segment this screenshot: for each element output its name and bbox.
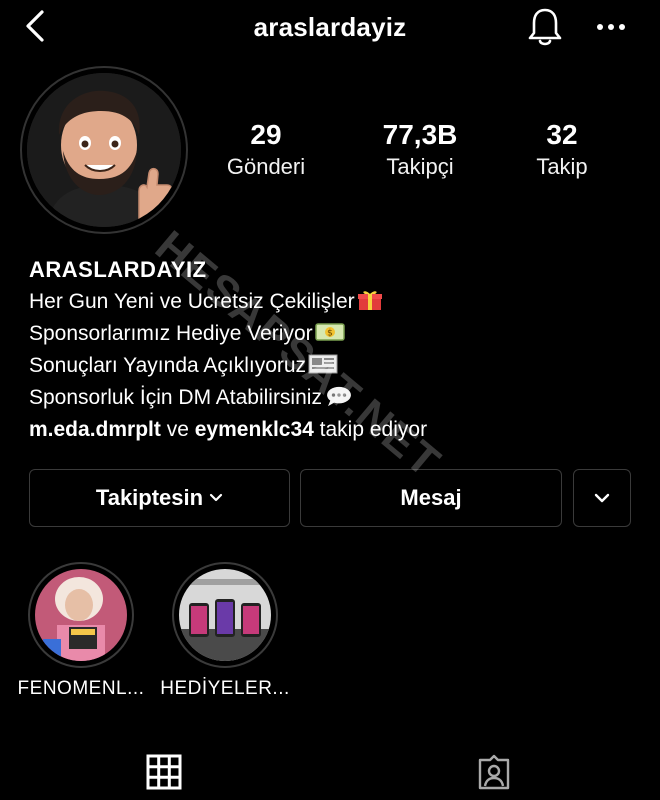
memoji-avatar[interactable]: [27, 73, 181, 227]
bio-line-text: Sonuçları Yayında Açıklıyoruz: [29, 354, 307, 377]
bio-line: Sonuçları Yayında Açıklıyoruz: [29, 350, 639, 382]
bell-icon[interactable]: [524, 6, 566, 48]
bio-line: Sponsorlarımız Hediye Veriyor $: [29, 318, 639, 350]
followed-by-suffix: takip ediyor: [319, 418, 428, 441]
posts-label: Gönderi: [226, 154, 306, 179]
tagged-person-icon[interactable]: [476, 754, 512, 790]
highlight-label: HEDİYELER...: [160, 678, 290, 699]
followed-by-line: m.eda.dmrplt ve eymenklc34 takip ediyor: [29, 414, 639, 446]
chevron-down-icon: [594, 493, 610, 503]
highlight-ring[interactable]: [28, 562, 134, 668]
message-button[interactable]: Mesaj: [300, 469, 562, 527]
newspaper-icon: [308, 354, 338, 374]
story-highlight[interactable]: FENOMENL...: [16, 562, 146, 700]
top-bar: araslardayiz: [0, 0, 660, 56]
follower-link-2[interactable]: eymenklc34: [195, 418, 314, 441]
following-button[interactable]: Takiptesin: [29, 469, 290, 527]
speech-bubble-icon: [327, 386, 351, 407]
following-count: 32: [546, 119, 578, 150]
posts-stat: 29 Gönderi: [206, 118, 326, 182]
more-horizontal-icon[interactable]: [594, 14, 628, 40]
suggestions-dropdown-button[interactable]: [573, 469, 631, 527]
bio-line-text: Sponsorlarımız Hediye Veriyor: [29, 322, 313, 345]
highlight-label: FENOMENL...: [17, 678, 145, 699]
highlight-cover-image: [179, 569, 271, 661]
bio-line: Sponsorluk İçin DM Atabilirsiniz: [29, 382, 639, 414]
following-stat[interactable]: 32 Takip: [502, 118, 622, 182]
followers-count: 77,3B: [382, 119, 458, 150]
bio-section: ARASLARDAYIZ Her Gun Yeni ve Ucretsiz Çe…: [29, 254, 639, 446]
bio-line-text: Sponsorluk İçin DM Atabilirsiniz: [29, 386, 322, 409]
gift-icon: [357, 291, 382, 310]
following-label: Takip: [536, 154, 588, 179]
bio-line: Her Gun Yeni ve Ucretsiz Çekilişler: [29, 286, 639, 318]
profile-display-name: ARASLARDAYIZ: [29, 257, 207, 282]
followers-label: Takipçi: [386, 154, 454, 179]
grid-icon[interactable]: [146, 754, 182, 790]
story-highlight[interactable]: HEDİYELER...: [160, 562, 290, 700]
followed-by-connector: ve: [166, 418, 189, 441]
svg-text:$: $: [327, 329, 333, 339]
highlight-cover-image: [35, 569, 127, 661]
follower-link-1[interactable]: m.eda.dmrplt: [29, 418, 161, 441]
followers-stat[interactable]: 77,3B Takipçi: [360, 118, 480, 182]
money-icon: $: [314, 323, 345, 341]
following-button-label: Takiptesin: [95, 485, 204, 510]
message-button-label: Mesaj: [400, 485, 462, 510]
chevron-down-icon: [209, 493, 223, 502]
highlight-ring[interactable]: [172, 562, 278, 668]
bio-line-text: Her Gun Yeni ve Ucretsiz Çekilişler: [29, 290, 355, 313]
posts-count: 29: [250, 119, 282, 150]
